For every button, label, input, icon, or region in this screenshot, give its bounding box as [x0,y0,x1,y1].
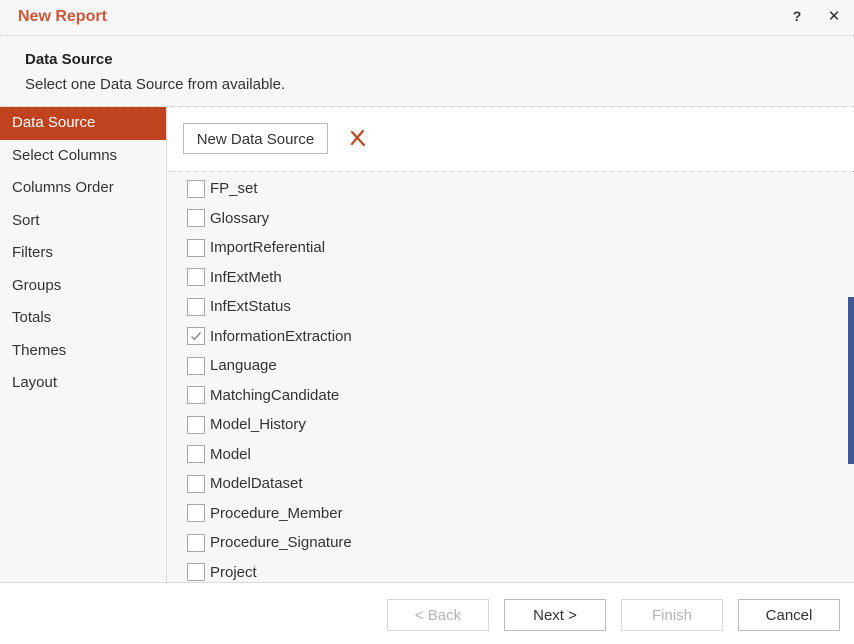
checkbox[interactable] [187,504,205,523]
data-source-label: Glossary [210,209,270,227]
checkbox-checked[interactable] [187,327,205,346]
step-content: New Data Source FP_set Glossary ImportRefe… [168,107,854,582]
help-button[interactable]: ? [788,8,806,26]
data-source-item[interactable]: Model_History [187,410,352,440]
data-source-label: InfExtStatus [210,298,291,316]
data-source-item[interactable]: Procedure_Signature [187,528,352,558]
checkbox[interactable] [187,533,205,552]
data-source-label: Language [210,357,277,375]
data-source-item[interactable]: FP_set [187,174,352,204]
data-source-list-area: FP_set Glossary ImportReferential InfExtMet… [168,173,854,582]
dialog-title: New Report [18,8,107,25]
data-source-label: Project [210,563,257,581]
close-button[interactable]: ✕ [825,7,843,25]
sidebar-item-totals[interactable]: Totals [0,302,166,335]
data-source-label: Procedure_Signature [210,534,352,552]
delete-x-icon[interactable] [348,128,368,148]
checkbox[interactable] [187,209,205,228]
sidebar-item-select-columns[interactable]: Select Columns [0,140,166,173]
data-source-item[interactable]: Language [187,351,352,381]
sidebar-item-data-source[interactable]: Data Source [0,107,166,140]
checkbox[interactable] [187,474,205,493]
checkbox[interactable] [187,238,205,257]
scrollbar-thumb[interactable] [848,297,854,464]
checkbox[interactable] [187,297,205,316]
wizard-steps-sidebar: Data Source Select Columns Columns Order So… [0,107,167,582]
back-button[interactable]: < Back [387,599,489,631]
step-title: Data Source [25,51,113,68]
data-source-item[interactable]: InformationExtraction [187,322,352,352]
next-button[interactable]: Next > [504,599,606,631]
data-source-label: InfExtMeth [210,268,282,286]
checkbox[interactable] [187,179,205,198]
data-source-label: ModelDataset [210,475,303,493]
sidebar-item-layout[interactable]: Layout [0,367,166,400]
data-source-label: MatchingCandidate [210,386,340,404]
checkbox[interactable] [187,563,205,582]
sidebar-item-columns-order[interactable]: Columns Order [0,172,166,205]
sidebar-item-groups[interactable]: Groups [0,270,166,303]
checkbox[interactable] [187,268,205,287]
data-source-item[interactable]: Glossary [187,204,352,234]
data-source-item[interactable]: Project [187,558,352,583]
new-data-source-button[interactable]: New Data Source [183,123,328,154]
sidebar-item-sort[interactable]: Sort [0,205,166,238]
data-source-item[interactable]: InfExtStatus [187,292,352,322]
data-source-label: Model_History [210,416,306,434]
sidebar-item-filters[interactable]: Filters [0,237,166,270]
step-description: Select one Data Source from available. [25,76,286,93]
checkbox[interactable] [187,386,205,405]
finish-button[interactable]: Finish [621,599,723,631]
step-header: Data Source Select one Data Source from … [0,37,854,107]
data-source-item[interactable]: MatchingCandidate [187,381,352,411]
data-source-label: InformationExtraction [210,327,352,345]
sidebar-item-themes[interactable]: Themes [0,335,166,368]
checkmark-icon [191,332,202,341]
wizard-footer: < Back Next > Finish Cancel [0,582,854,644]
checkbox[interactable] [187,356,205,375]
data-source-list: FP_set Glossary ImportReferential InfExtMet… [187,174,352,582]
data-source-item[interactable]: Model [187,440,352,470]
list-scrollbar[interactable] [847,173,854,582]
toolbar: New Data Source [168,107,854,172]
data-source-item[interactable]: Procedure_Member [187,499,352,529]
data-source-item[interactable]: InfExtMeth [187,263,352,293]
checkbox[interactable] [187,445,205,464]
dialog-title-bar: New Report ? ✕ [0,0,854,36]
data-source-label: FP_set [210,180,258,198]
data-source-label: ImportReferential [210,239,326,257]
data-source-item[interactable]: ModelDataset [187,469,352,499]
data-source-label: Procedure_Member [210,504,343,522]
cancel-button[interactable]: Cancel [738,599,840,631]
data-source-item[interactable]: ImportReferential [187,233,352,263]
checkbox[interactable] [187,415,205,434]
data-source-label: Model [210,445,251,463]
